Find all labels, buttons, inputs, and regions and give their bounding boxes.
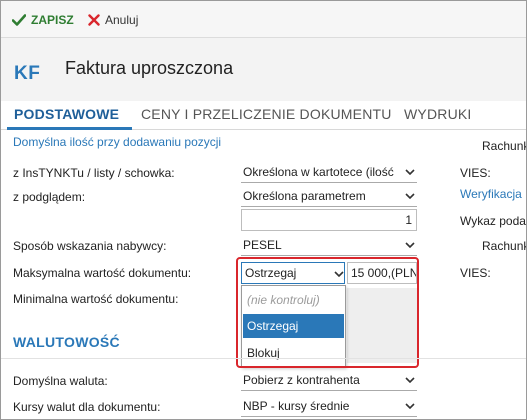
toolbar: ZAPISZ Anuluj [1,1,526,38]
buyer-method-value: PESEL [243,237,282,252]
window: ZAPISZ Anuluj KF Faktura uproszczona POD… [0,0,527,420]
label-max-value: Maksymalna wartość dokumentu: [13,266,192,280]
label-min-value: Minimalna wartość dokumentu: [13,292,179,306]
cancel-label: Anuluj [105,13,139,27]
save-label: ZAPISZ [31,13,74,27]
right-link-verification[interactable]: Weryfikacja [460,187,522,201]
label-buyer-method: Sposób wskazania nabywcy: [13,239,167,253]
chevron-down-icon [403,399,417,413]
close-icon [88,14,100,26]
max-value-mode-value: Ostrzegaj [245,266,297,280]
right-label-taxpayer-list: Wykaz poda [460,214,526,228]
default-qty-link[interactable]: Domyślna ilość przy dodawaniu pozycji [13,135,221,149]
exchange-rates-select[interactable]: NBP - kursy średnie [241,395,417,417]
dropdown-option-blokuj[interactable]: Blokuj [243,341,344,365]
chevron-down-icon [403,189,417,203]
section-divider [1,358,526,359]
max-value-amount-input[interactable]: 15 000,(PLN [347,262,417,284]
chevron-down-icon [334,266,344,280]
preview-qty-select[interactable]: Określona parametrem [241,185,417,207]
tab-bar: PODSTAWOWE CENY I PRZELICZENIE DOKUMENTU… [1,101,526,130]
tab-ceny-i-przeliczenie[interactable]: CENY I PRZELICZENIE DOKUMENTU [141,106,392,122]
tab-wydruki[interactable]: WYDRUKI [404,106,472,122]
dropdown-option-ostrzegaj[interactable]: Ostrzegaj [243,314,344,338]
max-value-mode-dropdown: (nie kontroluj) Ostrzegaj Blokuj [241,285,346,367]
min-value-field[interactable] [347,288,417,363]
right-label-vies-2: VIES: [460,266,491,280]
max-value-mode-select[interactable]: Ostrzegaj [241,262,345,284]
instynkt-qty-select[interactable]: Określona w kartotece (ilość [241,161,417,183]
active-tab-indicator [7,127,132,130]
right-label-vies: VIES: [460,166,491,180]
label-instynkt: z InsTYNKTu / listy / schowka: [13,166,175,180]
right-label-bank-account-2: Rachunk [482,239,527,253]
cancel-button[interactable]: Anuluj [88,11,138,29]
right-label-bank-account: Rachunk [482,139,527,153]
document-type-badge: KF [14,63,41,84]
chevron-down-icon [403,165,417,179]
dropdown-option-nie-kontroluj[interactable]: (nie kontroluj) [243,288,344,312]
qty-number-input[interactable]: 1 [241,209,417,231]
exchange-rates-value: NBP - kursy średnie [243,398,350,413]
preview-qty-value: Określona parametrem [243,188,366,203]
check-icon [12,14,26,26]
chevron-down-icon [403,373,417,387]
save-button[interactable]: ZAPISZ [12,11,74,29]
label-preview: z podglądem: [13,190,86,204]
tab-podstawowe[interactable]: PODSTAWOWE [14,106,119,122]
default-currency-value: Pobierz z kontrahenta [243,372,360,387]
instynkt-qty-value: Określona w kartotece (ilość [243,164,394,179]
section-title-currency: WALUTOWOŚĆ [13,334,120,350]
chevron-down-icon [403,238,417,252]
page-title: Faktura uproszczona [65,58,234,78]
default-currency-select[interactable]: Pobierz z kontrahenta [241,369,417,391]
buyer-method-select[interactable]: PESEL [241,234,417,256]
label-default-currency: Domyślna waluta: [13,374,108,388]
label-exchange-rates: Kursy walut dla dokumentu: [13,400,161,414]
